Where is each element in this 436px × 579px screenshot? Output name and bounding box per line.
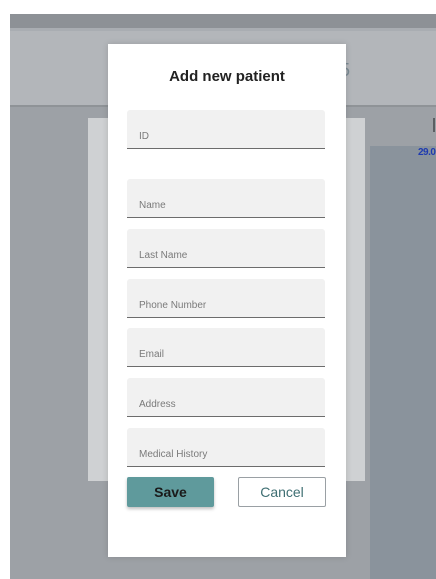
cancel-button[interactable]: Cancel	[238, 477, 326, 507]
backdrop-date-fragment: 29.0	[418, 147, 436, 158]
save-button[interactable]: Save	[127, 477, 214, 507]
backdrop-marker	[433, 118, 435, 132]
email-field[interactable]	[127, 328, 325, 366]
address-field-container	[127, 378, 325, 417]
medical-history-field[interactable]	[127, 428, 325, 466]
dialog-title: Add new patient	[169, 68, 285, 85]
add-patient-dialog: Add new patient Save Cancel	[108, 44, 346, 557]
backdrop-header	[10, 14, 436, 28]
phone-number-field[interactable]	[127, 279, 325, 317]
last-name-field-container	[127, 229, 325, 268]
name-field[interactable]	[127, 179, 325, 217]
id-field-container	[127, 110, 325, 149]
medical-history-field-container	[127, 428, 325, 467]
phone-number-field-container	[127, 279, 325, 318]
address-field[interactable]	[127, 378, 325, 416]
name-field-container	[127, 179, 325, 218]
backdrop-column	[370, 146, 436, 579]
id-field[interactable]	[127, 110, 325, 148]
last-name-field[interactable]	[127, 229, 325, 267]
email-field-container	[127, 328, 325, 367]
